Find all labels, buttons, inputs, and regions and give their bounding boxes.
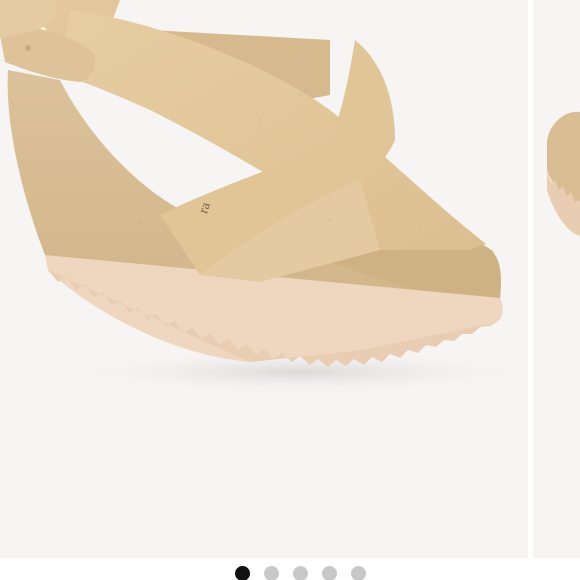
- pagination-dot-2[interactable]: [263, 566, 279, 580]
- carousel-pagination: [0, 566, 580, 580]
- wedge-sandal-illustration: ra: [0, 0, 528, 396]
- pagination-dot-5[interactable]: [350, 566, 366, 580]
- pagination-dot-1[interactable]: [234, 566, 250, 580]
- main-product-image[interactable]: ra: [0, 0, 528, 558]
- next-product-image-peek[interactable]: [533, 0, 580, 558]
- wedge-sandal-peek-illustration: [547, 111, 580, 236]
- product-image-gallery: ra: [0, 0, 580, 580]
- pagination-dot-4[interactable]: [321, 566, 337, 580]
- pagination-dot-3[interactable]: [292, 566, 308, 580]
